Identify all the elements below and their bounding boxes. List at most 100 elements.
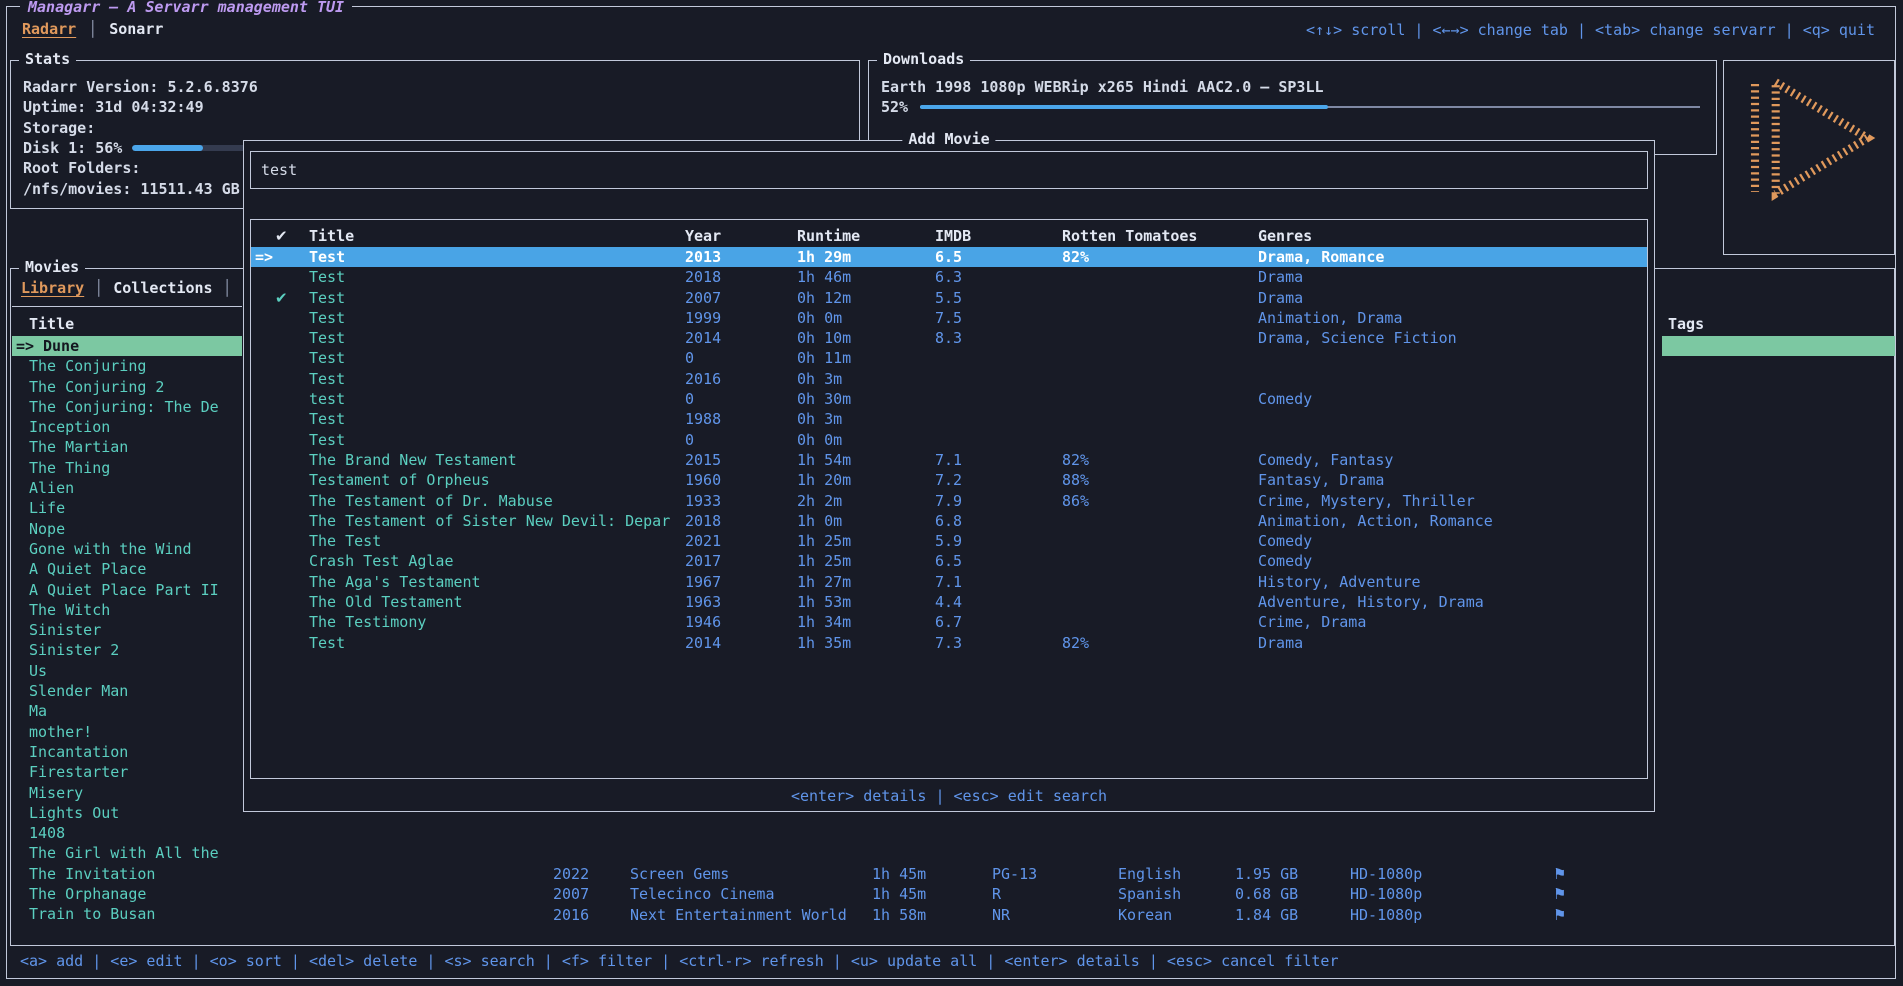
genres-cell: Fantasy, Drama [1258,470,1384,490]
stats-panel-title: Stats [19,50,76,68]
movie-title-cell: The Witch [29,601,110,619]
list-item[interactable]: Ma [12,701,242,721]
search-result-row[interactable]: Crash Test Aglae 2017 1h 25m 6.5 Comedy [251,551,1647,571]
genres-cell: Drama [1258,288,1303,308]
search-result-row[interactable]: The Old Testament 1963 1h 53m 4.4 Advent… [251,592,1647,612]
list-item[interactable]: Nope [12,519,242,539]
list-item[interactable]: Sinister [12,620,242,640]
search-result-row[interactable]: Testament of Orpheus 1960 1h 20m 7.2 88%… [251,470,1647,490]
movie-title-cell: Us [29,662,47,680]
imdb-cell: 7.1 [935,450,962,470]
selected-row-tags-cell[interactable] [1662,336,1895,356]
list-item[interactable]: The Girl with All the [12,843,242,863]
rotten-tomatoes-cell: 82% [1062,247,1089,267]
year-cell: 2018 [685,267,721,287]
runtime-cell: 1h 54m [797,450,851,470]
list-item[interactable]: mother! [12,722,242,742]
title-cell: Test [309,369,345,389]
list-item[interactable]: Sinister 2 [12,640,242,660]
modal-keybindings: <enter> details | <esc> edit search [244,787,1654,805]
runtime-cell: 1h 35m [797,633,851,653]
search-result-row[interactable]: Test 1988 0h 3m [251,409,1647,429]
year-cell: 1960 [685,470,721,490]
list-item[interactable]: A Quiet Place [12,559,242,579]
search-result-row[interactable]: test 0 0h 30m Comedy [251,389,1647,409]
search-result-row[interactable]: The Aga's Testament 1967 1h 27m 7.1 Hist… [251,572,1647,592]
search-result-row[interactable]: The Testimony 1946 1h 34m 6.7 Crime, Dra… [251,612,1647,632]
list-item[interactable]: The Witch [12,600,242,620]
year-cell: 2014 [685,328,721,348]
imdb-cell: 6.7 [935,612,962,632]
year-cell: 1999 [685,308,721,328]
table-row[interactable]: 2022 Screen Gems 1h 45m PG-13 English 1.… [12,864,1893,884]
search-result-row[interactable]: Test 2014 1h 35m 7.3 82% Drama [251,633,1647,653]
year-cell: 0 [685,389,694,409]
list-item[interactable]: Gone with the Wind [12,539,242,559]
search-result-row[interactable]: Test 2016 0h 3m [251,369,1647,389]
logo-panel [1723,60,1895,255]
movies-tabs: Library │ Collections │ [21,278,232,298]
search-result-row[interactable]: ✔ Test 2007 0h 12m 5.5 Drama [251,288,1647,308]
genres-cell: Animation, Action, Romance [1258,511,1493,531]
title-cell: The Brand New Testament [309,450,517,470]
list-item[interactable]: Incantation [12,742,242,762]
imdb-cell: 7.2 [935,470,962,490]
year-cell: 1963 [685,592,721,612]
genres-cell: Drama [1258,267,1303,287]
year-cell: 2016 [553,905,589,925]
search-result-row[interactable]: Test 2018 1h 46m 6.3 Drama [251,267,1647,287]
search-result-row[interactable]: Test 0 0h 11m [251,348,1647,368]
table-row[interactable]: 2016 Next Entertainment World 1h 58m NR … [12,905,1893,925]
list-item[interactable]: Alien [12,478,242,498]
list-item[interactable]: Misery [12,783,242,803]
list-item[interactable]: A Quiet Place Part II [12,580,242,600]
tab-collections[interactable]: Collections [113,279,212,297]
column-header-genres: Genres [1258,226,1312,246]
table-row[interactable]: 2007 Telecinco Cinema 1h 45m R Spanish 0… [12,884,1893,904]
movie-title-cell: 1408 [29,824,65,842]
movie-title-cell: The Martian [29,438,128,456]
list-item[interactable]: The Martian [12,437,242,457]
genres-cell: History, Adventure [1258,572,1421,592]
root-folders-label: Root Folders: [23,158,140,178]
search-result-row[interactable]: The Testament of Dr. Mabuse 1933 2h 2m 7… [251,491,1647,511]
runtime-cell: 1h 34m [797,612,851,632]
tab-sonarr[interactable]: Sonarr [109,20,163,38]
search-result-row[interactable]: Test 1999 0h 0m 7.5 Animation, Drama [251,308,1647,328]
certification-cell: PG-13 [992,864,1037,884]
list-item[interactable]: The Thing [12,458,242,478]
imdb-cell: 7.5 [935,308,962,328]
title-cell: Test [309,328,345,348]
list-item[interactable]: Life [12,498,242,518]
genres-cell: Comedy [1258,531,1312,551]
list-item[interactable]: Firestarter [12,762,242,782]
search-result-row[interactable]: The Brand New Testament 2015 1h 54m 7.1 … [251,450,1647,470]
search-result-row[interactable]: => Test 2013 1h 29m 6.5 82% Drama, Roman… [251,247,1647,267]
list-item[interactable]: The Conjuring 2 [12,377,242,397]
runtime-cell: 1h 46m [797,267,851,287]
list-item[interactable]: The Conjuring: The De [12,397,242,417]
title-cell: test [309,389,345,409]
runtime-cell: 1h 58m [872,905,926,925]
rotten-tomatoes-cell: 82% [1062,450,1089,470]
list-item[interactable]: Inception [12,417,242,437]
tab-library[interactable]: Library [21,279,84,297]
monitored-check-icon: ✔ [275,288,288,308]
imdb-cell: 5.5 [935,288,962,308]
list-item[interactable]: Slender Man [12,681,242,701]
list-item[interactable]: Us [12,661,242,681]
tab-radarr[interactable]: Radarr [22,20,76,38]
search-result-row[interactable]: The Test 2021 1h 25m 5.9 Comedy [251,531,1647,551]
search-input[interactable] [251,152,1647,188]
search-result-row[interactable]: Test 0 0h 0m [251,430,1647,450]
list-item[interactable]: =>Dune [12,336,242,356]
search-result-row[interactable]: Test 2014 0h 10m 8.3 Drama, Science Fict… [251,328,1647,348]
runtime-cell: 1h 45m [872,884,926,904]
list-item[interactable]: Lights Out [12,803,242,823]
list-item[interactable]: The Conjuring [12,356,242,376]
search-result-row[interactable]: The Testament of Sister New Devil: Depar… [251,511,1647,531]
rotten-tomatoes-cell: 86% [1062,491,1089,511]
genres-cell: Crime, Mystery, Thriller [1258,491,1475,511]
list-item[interactable]: 1408 [12,823,242,843]
runtime-cell: 0h 12m [797,288,851,308]
